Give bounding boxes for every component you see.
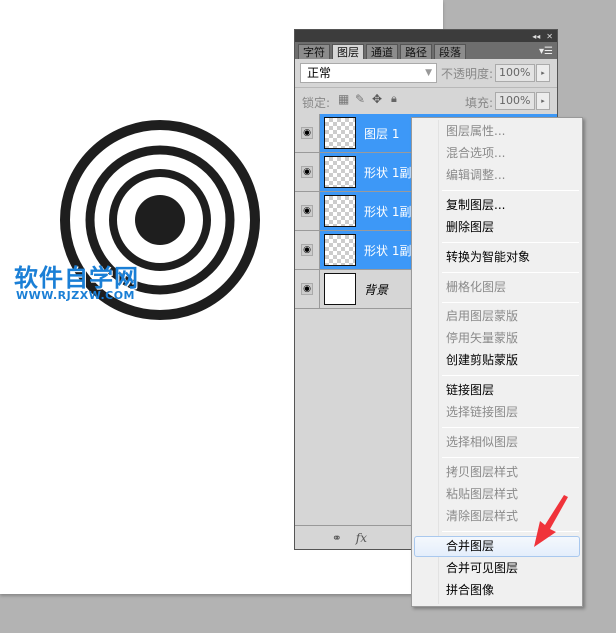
chevron-down-icon: ▼: [425, 68, 432, 78]
layer-name: 形状 1副: [364, 165, 412, 180]
layer-thumbnail: [324, 117, 356, 149]
panel-menu-icon[interactable]: ▾☰: [539, 44, 557, 59]
menu-item-rasterize-layer[interactable]: 栅格化图层: [414, 277, 580, 298]
visibility-toggle[interactable]: ◉: [295, 192, 320, 230]
blend-mode-value: 正常: [307, 66, 332, 80]
menu-item-flatten-image[interactable]: 拼合图像: [414, 580, 580, 601]
eye-icon: ◉: [301, 244, 313, 256]
layer-thumbnail: [324, 195, 356, 227]
close-icon[interactable]: ✕: [546, 32, 553, 41]
visibility-toggle[interactable]: ◉: [295, 270, 320, 308]
opacity-label: 不透明度:: [441, 67, 494, 81]
eye-icon: ◉: [301, 127, 313, 139]
lock-move-icon[interactable]: ✥: [372, 92, 382, 106]
collapse-icon[interactable]: ◂◂: [532, 32, 540, 41]
lock-label: 锁定:: [302, 96, 331, 110]
tab-paragraph[interactable]: 段落: [434, 44, 466, 59]
visibility-toggle[interactable]: ◉: [295, 114, 320, 152]
menu-item-select-linked-layers[interactable]: 选择链接图层: [414, 402, 580, 423]
lock-all-icon[interactable]: 🔒︎: [391, 92, 397, 106]
menu-item-create-clipping-mask[interactable]: 创建剪贴蒙版: [414, 350, 580, 371]
fill-input[interactable]: 100%: [495, 92, 535, 110]
eye-icon: ◉: [301, 205, 313, 217]
eye-icon: ◉: [301, 283, 313, 295]
fill-slider-button[interactable]: ▸: [536, 92, 550, 110]
eye-icon: ◉: [301, 166, 313, 178]
fx-icon[interactable]: fx: [356, 531, 367, 545]
watermark-url: WWW.RJZXW.COM: [16, 289, 135, 302]
fill-label: 填充:: [465, 96, 494, 110]
menu-item-enable-layer-mask[interactable]: 启用图层蒙版: [414, 306, 580, 327]
red-pointer-arrow-icon: [534, 495, 568, 547]
watermark-title: 软件自学网: [14, 264, 139, 292]
visibility-toggle[interactable]: ◉: [295, 231, 320, 269]
tab-character[interactable]: 字符: [298, 44, 330, 59]
opacity-slider-button[interactable]: ▸: [536, 64, 550, 82]
menu-item-blending-options[interactable]: 混合选项...: [414, 143, 580, 164]
menu-item-convert-smart-object[interactable]: 转换为智能对象: [414, 247, 580, 268]
menu-item-merge-visible[interactable]: 合并可见图层: [414, 558, 580, 579]
lock-transparent-icon[interactable]: ▦: [338, 92, 349, 106]
link-icon[interactable]: ⚭: [332, 531, 342, 545]
layer-name: 形状 1副: [364, 204, 412, 219]
layer-thumbnail: [324, 156, 356, 188]
panel-titlebar: ◂◂ ✕: [295, 30, 557, 42]
menu-item-layer-properties[interactable]: 图层属性...: [414, 121, 580, 142]
opacity-input[interactable]: 100%: [495, 64, 535, 82]
layer-name: 形状 1副: [364, 243, 412, 258]
menu-item-select-similar-layers[interactable]: 选择相似图层: [414, 432, 580, 453]
layer-thumbnail: [324, 234, 356, 266]
menu-item-copy-layer-style[interactable]: 拷贝图层样式: [414, 462, 580, 483]
layer-name: 背景: [364, 282, 389, 297]
blend-mode-select[interactable]: 正常 ▼: [300, 63, 437, 83]
menu-item-duplicate-layer[interactable]: 复制图层...: [414, 195, 580, 216]
menu-item-link-layers[interactable]: 链接图层: [414, 380, 580, 401]
menu-item-edit-adjustment[interactable]: 编辑调整...: [414, 165, 580, 186]
menu-item-delete-layer[interactable]: 删除图层: [414, 217, 580, 238]
lock-brush-icon[interactable]: ✎: [355, 92, 365, 106]
tab-paths[interactable]: 路径: [400, 44, 432, 59]
menu-item-disable-vector-mask[interactable]: 停用矢量蒙版: [414, 328, 580, 349]
visibility-toggle[interactable]: ◉: [295, 153, 320, 191]
layer-thumbnail: [324, 273, 356, 305]
tab-channels[interactable]: 通道: [366, 44, 398, 59]
tab-layers[interactable]: 图层: [332, 44, 364, 59]
panel-tabs: 字符 图层 通道 路径 段落 ▾☰: [295, 42, 557, 59]
layer-name: 图层 1: [364, 126, 400, 141]
